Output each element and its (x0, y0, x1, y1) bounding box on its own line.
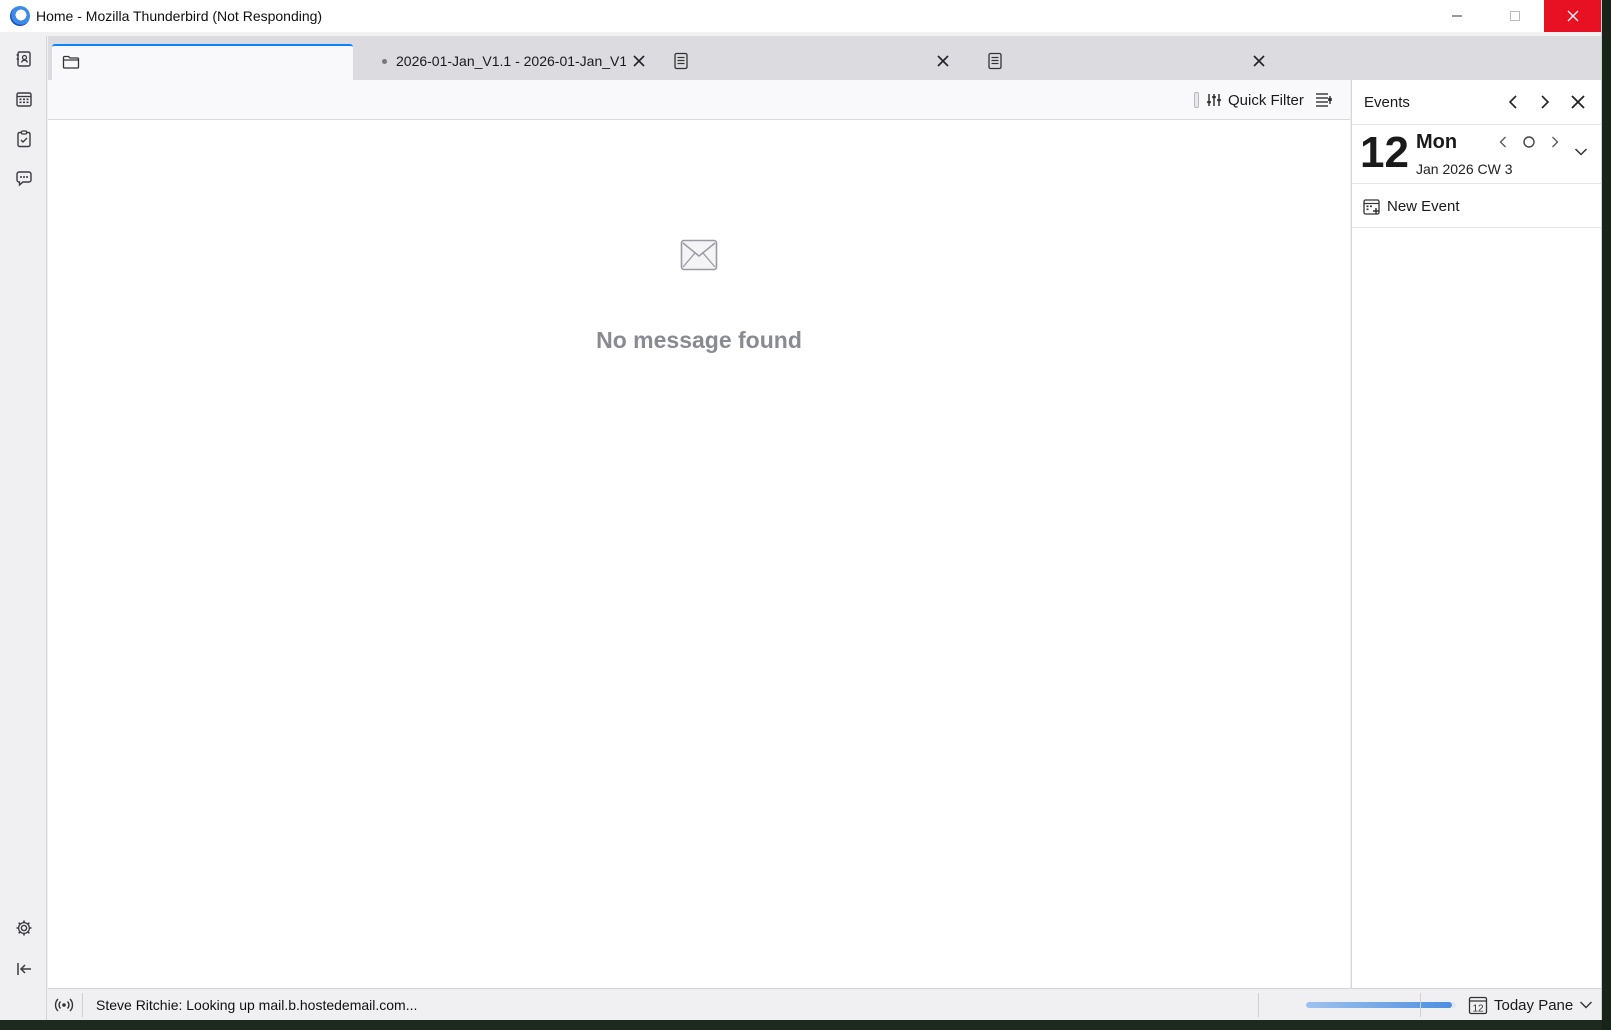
calendar-day-number: 12 (1472, 1004, 1484, 1015)
today-pane-header: Events (1352, 80, 1601, 124)
status-bar: Steve Ritchie: Looking up mail.b.hostede… (48, 988, 1601, 1020)
new-event-label: New Event (1387, 198, 1460, 215)
maximize-button[interactable] (1486, 0, 1544, 32)
day-name: Mon (1416, 131, 1458, 153)
expand-minimonth-button[interactable] (1571, 142, 1591, 162)
status-text: Steve Ritchie: Looking up mail.b.hostede… (96, 997, 418, 1013)
thunderbird-window: Home - Mozilla Thunderbird (Not Respondi… (0, 0, 1602, 1020)
splitter-handle[interactable] (1194, 92, 1199, 108)
tab-document[interactable]: 2026-01-Jan_V1.1 - 2026-01-Jan_V1 (360, 44, 660, 80)
chat-button[interactable] (11, 166, 37, 192)
next-day-button[interactable] (1535, 92, 1555, 112)
calendar-icon (16, 92, 32, 107)
mini-next-button[interactable] (1545, 132, 1565, 152)
tasks-icon (17, 130, 31, 148)
date-header: 12 Mon Jan 2026 CW 3 (1352, 124, 1601, 184)
address-book-button[interactable] (11, 46, 37, 72)
day-number: 12 (1360, 128, 1409, 177)
chevron-left-icon (1508, 95, 1517, 109)
status-separator (82, 993, 83, 1017)
today-button[interactable] (1519, 132, 1539, 152)
desktop-background (0, 1020, 1611, 1030)
progress-fill (1306, 1002, 1452, 1008)
settings-icon (16, 920, 32, 936)
layout-icon (1316, 93, 1332, 107)
window-title: Home - Mozilla Thunderbird (Not Respondi… (36, 8, 323, 24)
title-bar: Home - Mozilla Thunderbird (Not Respondi… (0, 0, 1601, 32)
close-icon[interactable] (630, 52, 648, 70)
tab-message-2[interactable] (982, 44, 1282, 80)
events-title: Events (1364, 94, 1410, 111)
online-status-button[interactable] (54, 995, 74, 1015)
message-icon (672, 52, 690, 70)
chevron-down-icon (1574, 148, 1588, 156)
quick-filter-label: Quick Filter (1228, 91, 1304, 109)
today-pane: Events 12 Mon Jan 2026 CW 3 New Event (1351, 80, 1601, 988)
minimize-button[interactable] (1428, 0, 1486, 32)
close-window-button[interactable] (1544, 0, 1601, 32)
settings-button[interactable] (11, 915, 37, 941)
list-layout-button[interactable] (1314, 90, 1334, 110)
calendar-day-icon: 12 (1468, 996, 1488, 1015)
desktop-background (1602, 0, 1611, 1030)
quick-filter-button[interactable]: Quick Filter (1206, 89, 1304, 111)
quick-filter-bar: Quick Filter (48, 80, 1350, 120)
today-pane-toggle-button[interactable]: 12 Today Pane (1468, 994, 1593, 1016)
mini-prev-button[interactable] (1493, 132, 1513, 152)
spaces-toolbar (0, 36, 47, 1020)
message-icon (986, 52, 1004, 70)
window-controls (1428, 0, 1601, 32)
tab-strip: 2026-01-Jan_V1.1 - 2026-01-Jan_V1 (48, 36, 1601, 80)
activity-progress-bar (1306, 1002, 1456, 1008)
tab-mail-folder[interactable] (52, 44, 353, 80)
close-today-pane-button[interactable] (1568, 92, 1588, 112)
collapse-icon (17, 963, 31, 975)
circle-today-icon (1523, 136, 1535, 148)
chevron-right-icon (1541, 95, 1550, 109)
close-icon[interactable] (934, 52, 952, 70)
tab-message-1[interactable] (668, 44, 968, 80)
chevron-down-icon (1580, 1001, 1593, 1009)
envelope-icon (680, 239, 718, 274)
status-separator (1258, 993, 1259, 1017)
previous-day-button[interactable] (1503, 92, 1523, 112)
new-event-icon (1362, 197, 1382, 217)
new-event-button[interactable]: New Event (1352, 184, 1601, 228)
today-pane-label: Today Pane (1494, 996, 1574, 1014)
status-separator (1420, 993, 1421, 1017)
month-year-week: Jan 2026 CW 3 (1416, 161, 1513, 177)
chat-icon (16, 171, 32, 187)
unsaved-dot-icon (382, 59, 387, 64)
chevron-right-icon (1552, 136, 1559, 148)
tasks-button[interactable] (11, 126, 37, 152)
online-icon (54, 998, 74, 1012)
address-book-icon (16, 51, 31, 67)
message-list-pane: Quick Filter No message found (48, 80, 1350, 988)
calendar-button[interactable] (11, 86, 37, 112)
thunderbird-logo-icon (10, 6, 30, 26)
no-message-text: No message found (596, 327, 802, 353)
folder-icon (62, 53, 80, 71)
tab-label: 2026-01-Jan_V1.1 - 2026-01-Jan_V1 (396, 53, 626, 69)
close-icon (1571, 95, 1585, 109)
filter-sliders-icon (1207, 94, 1221, 106)
chevron-left-icon (1499, 136, 1506, 148)
collapse-spaces-button[interactable] (11, 956, 37, 982)
close-icon[interactable] (1250, 52, 1268, 70)
